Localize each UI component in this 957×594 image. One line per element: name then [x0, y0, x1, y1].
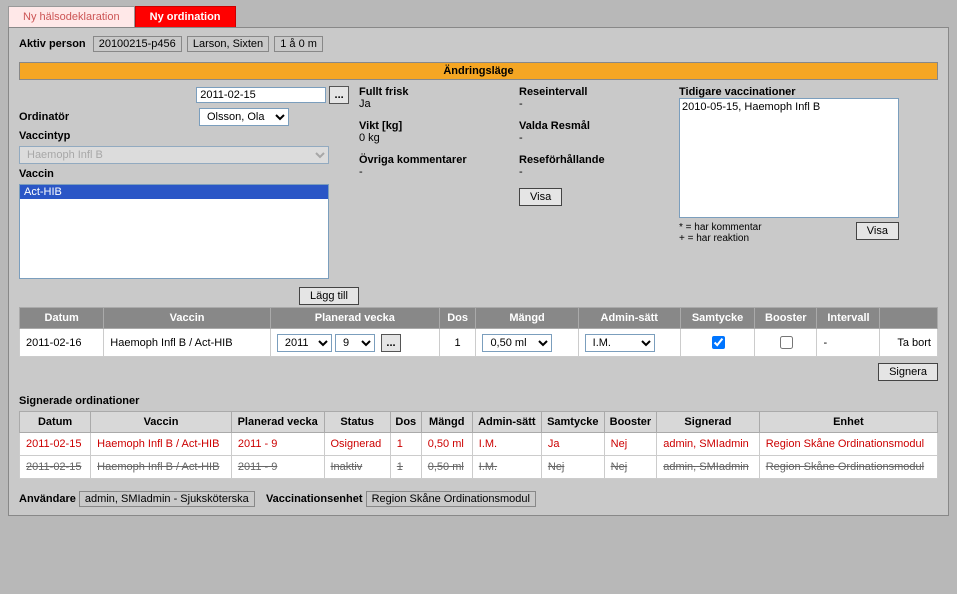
- cell-dos: 1: [439, 329, 476, 357]
- person-id: 20100215-p456: [93, 36, 182, 52]
- footer-row: Användare admin, SMIadmin - Sjukskötersk…: [19, 491, 938, 507]
- previous-vacc-box[interactable]: 2010-05-15, Haemoph Infl B: [679, 98, 899, 218]
- date-picker-button[interactable]: ...: [329, 86, 349, 104]
- ovriga-label: Övriga kommentarer: [359, 154, 509, 166]
- col-dos: Dos: [439, 308, 476, 329]
- unit-label: Vaccinationsenhet: [266, 493, 363, 505]
- visa-button[interactable]: Visa: [519, 188, 562, 206]
- active-person-row: Aktiv person 20100215-p456 Larson, Sixte…: [19, 36, 938, 52]
- signera-button[interactable]: Signera: [878, 363, 938, 381]
- vaccine-type-label: Vaccintyp: [19, 130, 199, 142]
- user-label: Användare: [19, 493, 76, 505]
- col-admin: Admin-sätt: [578, 308, 680, 329]
- reseforh-value: -: [519, 166, 669, 178]
- year-select[interactable]: 2011: [277, 334, 332, 352]
- cell-datum: 2011-02-16: [20, 329, 104, 357]
- vaccine-listbox[interactable]: Act-HIB: [19, 184, 329, 279]
- previous-legend: * = har kommentar + = har reaktion: [679, 222, 762, 244]
- ordinator-select[interactable]: Olsson, Ola: [199, 108, 289, 126]
- visa-prev-button[interactable]: Visa: [856, 222, 899, 240]
- col-intervall: Intervall: [817, 308, 880, 329]
- add-button[interactable]: Lägg till: [299, 287, 359, 305]
- ordinator-label: Ordinatör: [19, 111, 199, 123]
- person-name: Larson, Sixten: [187, 36, 269, 52]
- col-datum: Datum: [20, 308, 104, 329]
- ordination-grid: Datum Vaccin Planerad vecka Dos Mängd Ad…: [19, 307, 938, 357]
- mangd-select[interactable]: 0,50 ml: [482, 334, 552, 352]
- signed-title: Signerade ordinationer: [19, 395, 938, 407]
- col-vaccin: Vaccin: [104, 308, 271, 329]
- user-value: admin, SMIadmin - Sjuksköterska: [79, 491, 255, 507]
- week-select[interactable]: 9: [335, 334, 375, 352]
- vaccine-list-item[interactable]: Act-HIB: [20, 185, 328, 199]
- valdaresmal-label: Valda Resmål: [519, 120, 669, 132]
- col-planerad: Planerad vecka: [270, 308, 439, 329]
- booster-checkbox[interactable]: [780, 336, 793, 349]
- tab-health[interactable]: Ny hälsodeklaration: [8, 6, 135, 27]
- reseinterval-value: -: [519, 98, 669, 110]
- cell-intervall: -: [817, 329, 880, 357]
- reseforh-label: Reseförhållande: [519, 154, 669, 166]
- ovriga-value: -: [359, 166, 509, 178]
- grid-row: 2011-02-16 Haemoph Infl B / Act-HIB 2011…: [20, 329, 938, 357]
- remove-link[interactable]: Ta bort: [897, 337, 931, 349]
- previous-vacc-label: Tidigare vaccinationer: [679, 86, 938, 98]
- vikt-value: 0 kg: [359, 132, 509, 144]
- mode-banner: Ändringsläge: [19, 62, 938, 80]
- samtycke-checkbox[interactable]: [712, 336, 725, 349]
- week-picker-button[interactable]: ...: [381, 334, 401, 352]
- col-actions: [880, 308, 938, 329]
- valdaresmal-value: -: [519, 132, 669, 144]
- cell-vaccin: Haemoph Infl B / Act-HIB: [104, 329, 271, 357]
- unit-value: Region Skåne Ordinationsmodul: [366, 491, 536, 507]
- col-booster: Booster: [755, 308, 817, 329]
- signed-row[interactable]: 2011-02-15 Haemoph Infl B / Act-HIB 2011…: [20, 456, 938, 479]
- vikt-label: Vikt [kg]: [359, 120, 509, 132]
- col-samtycke: Samtycke: [680, 308, 754, 329]
- tab-ordination[interactable]: Ny ordination: [135, 6, 236, 27]
- person-age: 1 å 0 m: [274, 36, 323, 52]
- active-person-label: Aktiv person: [19, 38, 86, 50]
- fulltfrisk-value: Ja: [359, 98, 509, 110]
- signed-grid: Datum Vaccin Planerad vecka Status Dos M…: [19, 411, 938, 479]
- reseinterval-label: Reseintervall: [519, 86, 669, 98]
- admin-select[interactable]: I.M.: [585, 334, 655, 352]
- signed-row[interactable]: 2011-02-15 Haemoph Infl B / Act-HIB 2011…: [20, 433, 938, 456]
- vaccine-label: Vaccin: [19, 168, 199, 180]
- fulltfrisk-label: Fullt frisk: [359, 86, 509, 98]
- vaccine-type-select: Haemoph Infl B: [19, 146, 329, 164]
- date-input[interactable]: [196, 87, 326, 103]
- col-mangd: Mängd: [476, 308, 578, 329]
